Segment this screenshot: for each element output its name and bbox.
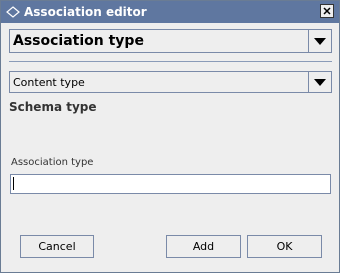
close-button[interactable] (320, 4, 334, 18)
ok-button[interactable]: OK (247, 235, 322, 258)
triangle-down-icon (314, 38, 326, 45)
content-type-dropdown[interactable]: Content type (9, 71, 332, 93)
add-button[interactable]: Add (166, 235, 241, 258)
schema-type-label: Schema type (9, 100, 97, 114)
association-type-dropdown-value: Association type (13, 33, 144, 49)
triangle-down-icon (314, 79, 326, 86)
association-type-field-label: Association type (11, 157, 94, 168)
close-icon (323, 7, 331, 15)
title-bar[interactable]: Association editor (1, 1, 339, 23)
association-editor-window: Association editor Association type Cont… (0, 0, 340, 273)
cancel-button[interactable]: Cancel (20, 235, 94, 258)
window-title: Association editor (24, 5, 147, 19)
dialog-content: Association type Content type Schema typ… (1, 23, 339, 272)
content-type-dropdown-arrow[interactable] (308, 72, 331, 92)
association-type-dropdown-arrow[interactable] (308, 30, 331, 52)
text-caret (13, 177, 14, 190)
association-type-dropdown[interactable]: Association type (9, 29, 332, 53)
diamond-app-icon (6, 6, 20, 18)
association-type-input[interactable] (10, 174, 331, 194)
content-type-dropdown-value: Content type (13, 76, 85, 89)
separator (9, 61, 332, 62)
